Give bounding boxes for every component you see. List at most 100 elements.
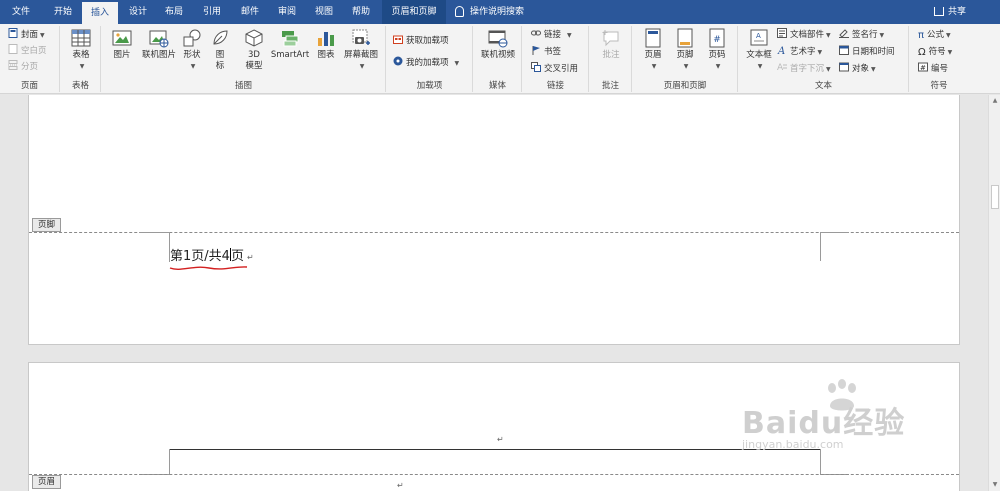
bookmark-flag-icon [532,46,540,55]
textbox-button[interactable]: A 文本框 ▼ [743,28,775,72]
header-icon [645,28,661,48]
group-links: 链接 ▼ 书签 交叉引用 链接 [523,26,589,92]
vertical-scrollbar[interactable]: ▲ ▼ [988,95,1000,491]
chart-label: 图表 [317,50,335,60]
tab-review[interactable]: 审阅 [269,0,305,24]
tab-view[interactable]: 视图 [306,0,342,24]
date-time-label: 日期和时间 [852,47,895,57]
tab-header-footer[interactable]: 页眉和页脚 [382,0,446,24]
quick-parts-label: 文档部件 [790,30,825,40]
page-break-icon [8,60,18,70]
shapes-button[interactable]: 形状 ▼ [180,28,204,72]
page-1[interactable]: 页脚 第1页/共4页 ↵ [28,95,960,345]
cross-reference-button[interactable]: 交叉引用 [531,62,578,76]
svg-text:#: # [920,64,926,72]
footer-page-number-text[interactable]: 第1页/共4页 ↵ [170,245,254,264]
icons-icon [213,30,228,45]
group-illustrations-label: 插图 [234,81,252,91]
screenshot-label: 屏幕截图 [343,50,378,60]
tab-design[interactable]: 设计 [120,0,156,24]
online-video-icon [488,30,508,48]
page-number-icon: # [709,28,725,48]
blank-page-button[interactable]: 空白页 [8,44,47,58]
share-button[interactable]: 共享 [933,0,966,24]
cover-page-button[interactable]: 封面 ▼ [8,28,45,42]
shapes-icon [183,29,201,47]
online-video-button[interactable]: 联机视频 [478,28,518,61]
picture-button[interactable]: 图片 [110,28,134,61]
tab-mailings[interactable]: 邮件 [231,0,269,24]
header-paragraph-mark: ↵ [497,435,504,444]
calendar-icon [839,45,849,55]
tab-references[interactable]: 引用 [193,0,231,24]
object-button[interactable]: 对象 ▼ [839,62,876,76]
cube-icon [245,29,263,47]
svg-text:A: A [756,32,761,40]
ribbon-tab-bar: 文件 开始 插入 设计 布局 引用 邮件 审阅 视图 帮助 页眉和页脚 操作说明… [0,0,1000,24]
quick-parts-button[interactable]: 文档部件 ▼ [777,28,831,42]
scroll-up-arrow[interactable]: ▲ [989,95,1000,107]
online-picture-label: 联机图片 [141,50,176,60]
group-pages-label: 页面 [20,81,38,91]
smartart-label: SmartArt [270,50,310,60]
tab-file[interactable]: 文件 [0,0,42,24]
textbox-label: 文本框 [746,50,772,60]
group-media: 联机视频 媒体 [474,26,522,92]
equation-button[interactable]: π 公式 ▼ [918,28,951,42]
footer-button[interactable]: 页脚 ▼ [671,28,699,72]
cover-page-label: 封面 [21,30,39,40]
get-addins-button[interactable]: 获取加载项 [393,34,449,48]
group-text-label: 文本 [814,81,832,91]
symbol-label: 符号 [928,47,946,57]
object-label: 对象 [852,64,870,74]
tell-me-search[interactable]: 操作说明搜索 [455,0,524,24]
group-symbols-label: 符号 [930,81,948,91]
group-text: A 文本框 ▼ 文档部件 ▼ A 艺术字 ▼ A 首字下沉 ▼ 签名行 ▼ 日期和时间 对象 ▼… [739,26,909,92]
bookmark-button[interactable]: 书签 [531,45,561,59]
date-time-button[interactable]: 日期和时间 [839,45,895,59]
group-links-label: 链接 [546,81,564,91]
textbox-icon: A [750,29,768,46]
tell-me-label: 操作说明搜索 [470,7,525,17]
group-illustrations: 图片 联机图片 形状▼ 图标 3D 模型 SmartArt 图表 屏幕截图▼ [102,26,386,92]
header-button[interactable]: 页眉 ▼ [639,28,667,72]
screenshot-button[interactable]: 屏幕截图 ▼ [340,28,382,72]
page-break-button[interactable]: 分页 [8,60,38,74]
number-button[interactable]: # 编号 [918,62,948,76]
paragraph-mark: ↵ [246,253,254,262]
new-comment-button[interactable]: 批注 [596,28,626,61]
signature-line-label: 签名行 [852,30,878,40]
symbol-button[interactable]: Ω 符号 ▼ [918,45,952,59]
my-addins-button[interactable]: 我的加载项 ▼ [393,56,459,70]
tab-insert[interactable]: 插入 [82,2,118,24]
chart-button[interactable]: 图表 [314,28,338,61]
group-symbols: π 公式 ▼ Ω 符号 ▼ # 编号 符号 [910,26,968,92]
icons-button[interactable]: 图标 [210,28,230,72]
document-area[interactable]: 页脚 第1页/共4页 ↵ ↵ 页眉 ↵ Baidu经验 jingyan.baid… [0,95,988,491]
drop-cap-button[interactable]: A 首字下沉 ▼ [777,62,831,76]
scroll-thumb[interactable] [991,185,999,209]
watermark-url: jingyan.baidu.com [742,438,844,451]
smartart-button[interactable]: SmartArt [270,28,310,61]
tab-home[interactable]: 开始 [44,0,82,24]
tab-help[interactable]: 帮助 [342,0,380,24]
online-picture-button[interactable]: 联机图片 [138,28,180,61]
footer-icon [677,28,693,48]
link-button[interactable]: 链接 ▼ [531,28,572,42]
watermark-text: Baidu经验 [742,406,906,441]
group-comments-label: 批注 [601,81,619,91]
signature-line-button[interactable]: 签名行 ▼ [839,28,884,42]
svg-text:A: A [777,63,784,72]
group-pages: 封面 ▼ 空白页 分页 页面 [0,26,60,92]
table-button[interactable]: 表格 ▼ [68,28,94,72]
header-tag: 页眉 [32,475,62,489]
page-break-label: 分页 [21,62,39,72]
link-label: 链接 [544,30,562,40]
wordart-button[interactable]: A 艺术字 ▼ [777,45,822,59]
picture-label: 图片 [113,50,131,60]
page-number-button[interactable]: # 页码 ▼ [703,28,731,72]
3d-model-button[interactable]: 3D 模型 [240,28,268,72]
tab-layout[interactable]: 布局 [156,0,192,24]
drop-cap-icon: A [777,63,787,72]
scroll-down-arrow[interactable]: ▼ [989,479,1000,491]
